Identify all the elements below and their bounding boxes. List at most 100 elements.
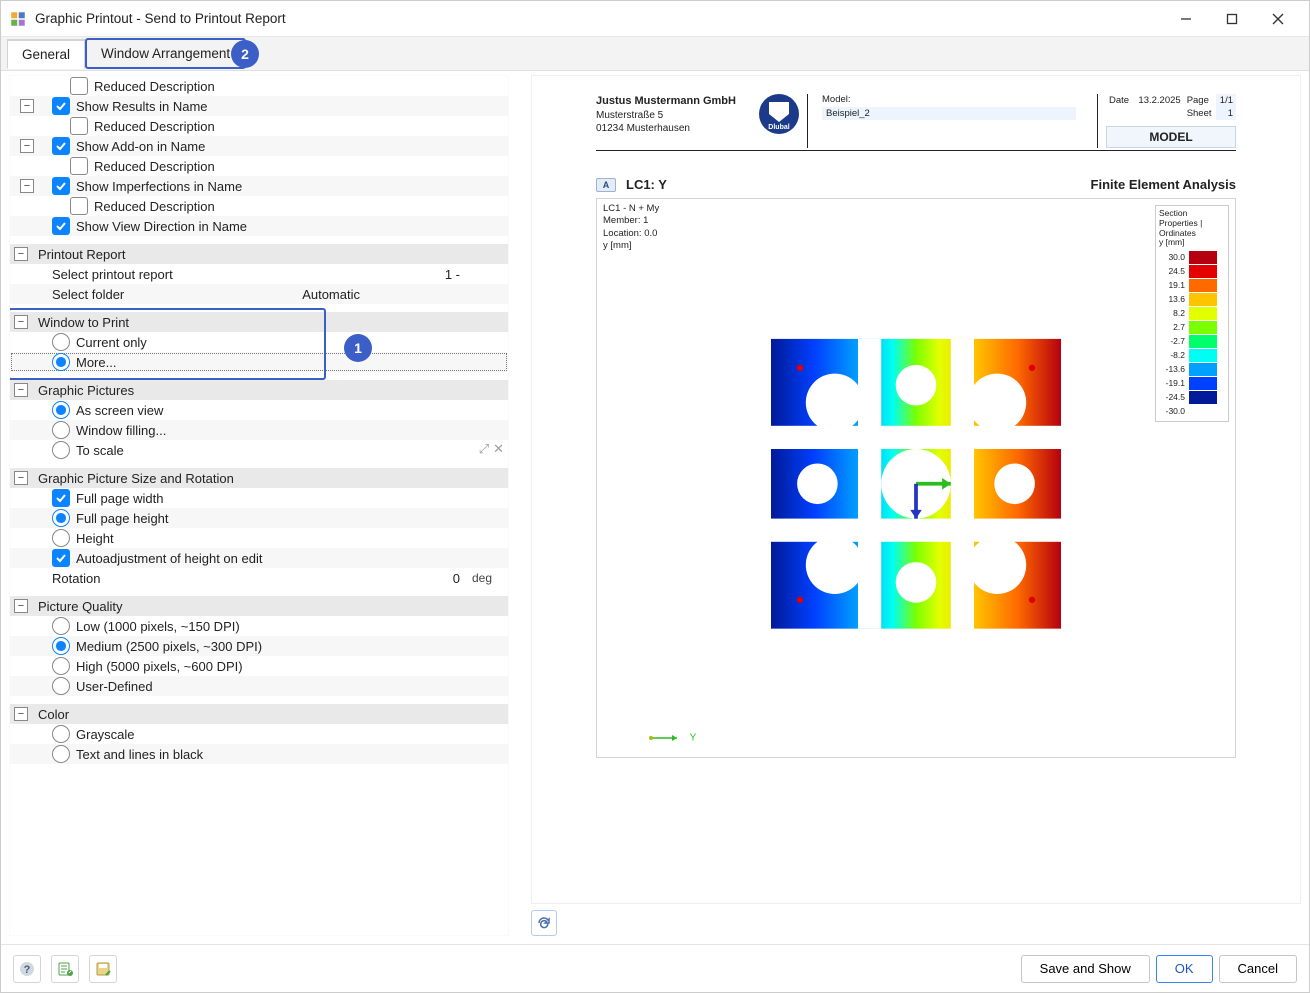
group-picture-quality[interactable]: −Picture Quality	[10, 596, 508, 616]
color-legend: Section Properties | Ordinatesy [mm] 30.…	[1155, 205, 1229, 422]
expand-toggle[interactable]: −	[20, 179, 34, 193]
preview-panel: Justus Mustermann GmbH Musterstraße 5 01…	[531, 75, 1301, 936]
show-results-checkbox[interactable]	[52, 97, 70, 115]
section-header: A LC1: Y Finite Element Analysis	[596, 177, 1236, 192]
script-button[interactable]	[51, 955, 79, 983]
full-page-height-radio[interactable]	[52, 509, 70, 527]
group-window-to-print[interactable]: −Window to Print	[10, 312, 508, 332]
refresh-button[interactable]	[531, 910, 557, 936]
footer: ? Save and Show OK Cancel	[1, 944, 1309, 992]
group-graphic-pictures[interactable]: −Graphic Pictures	[10, 380, 508, 400]
expand-toggle[interactable]: −	[14, 315, 28, 329]
rotation-value[interactable]: 0	[368, 571, 468, 586]
reduced-description-checkbox[interactable]	[70, 77, 88, 95]
reduced-description-checkbox[interactable]	[70, 117, 88, 135]
axis-indicator: Y	[647, 729, 696, 747]
save-icon	[95, 961, 111, 977]
dialog-body: Reduced Description −Show Results in Nam…	[1, 71, 1309, 944]
expand-arrows-icon[interactable]: ⤢	[479, 441, 489, 457]
reduced-description-label: Reduced Description	[94, 79, 508, 94]
app-icon	[9, 10, 27, 28]
expand-toggle[interactable]: −	[20, 139, 34, 153]
expand-toggle[interactable]: −	[14, 471, 28, 485]
reduced-description-checkbox[interactable]	[70, 197, 88, 215]
quality-low-radio[interactable]	[52, 617, 70, 635]
plot-area: LC1 - N + My Member: 1 Location: 0.0 y […	[596, 198, 1236, 758]
current-only-radio[interactable]	[52, 333, 70, 351]
select-folder-value[interactable]: Automatic	[302, 287, 368, 302]
maximize-button[interactable]	[1209, 3, 1255, 35]
svg-text:?: ?	[24, 964, 31, 976]
legend-row: 2.7	[1159, 320, 1225, 334]
quality-user-radio[interactable]	[52, 677, 70, 695]
legend-row: -30.0	[1159, 404, 1225, 418]
more-radio[interactable]	[52, 353, 70, 371]
help-icon: ?	[19, 961, 35, 977]
expand-toggle[interactable]: −	[14, 247, 28, 261]
company-name: Justus Mustermann GmbH	[596, 95, 736, 107]
titlebar: Graphic Printout - Send to Printout Repo…	[1, 1, 1309, 37]
tab-general[interactable]: General	[7, 40, 85, 69]
settings-tree[interactable]: Reduced Description −Show Results in Nam…	[9, 75, 509, 936]
show-addon-checkbox[interactable]	[52, 137, 70, 155]
tab-window-arrangement[interactable]: Window Arrangement	[85, 38, 246, 69]
close-button[interactable]	[1255, 3, 1301, 35]
section-badge: A	[596, 178, 616, 192]
quality-high-radio[interactable]	[52, 657, 70, 675]
minimize-button[interactable]	[1163, 3, 1209, 35]
section-label: LC1: Y	[626, 177, 667, 192]
expand-toggle[interactable]: −	[14, 707, 28, 721]
legend-row: 13.6	[1159, 292, 1225, 306]
select-printout-report-value[interactable]: 1 -	[368, 267, 468, 282]
as-screen-view-radio[interactable]	[52, 401, 70, 419]
show-imperfections-checkbox[interactable]	[52, 177, 70, 195]
callout-badge-2: 2	[231, 40, 259, 68]
window-title: Graphic Printout - Send to Printout Repo…	[35, 11, 1163, 26]
to-scale-radio[interactable]	[52, 441, 70, 459]
panel-resize-handle[interactable]	[515, 75, 525, 936]
model-tag: MODEL	[1106, 126, 1236, 148]
quality-medium-radio[interactable]	[52, 637, 70, 655]
close-x-icon[interactable]: ✕	[493, 441, 504, 457]
section-plot-icon	[771, 339, 1061, 629]
legend-row: -13.6	[1159, 362, 1225, 376]
preview-scroller[interactable]: Justus Mustermann GmbH Musterstraße 5 01…	[531, 75, 1301, 904]
expand-toggle[interactable]: −	[20, 99, 34, 113]
legend-row: -8.2	[1159, 348, 1225, 362]
show-view-direction-checkbox[interactable]	[52, 217, 70, 235]
preview-page: Justus Mustermann GmbH Musterstraße 5 01…	[596, 88, 1236, 758]
expand-toggle[interactable]: −	[14, 599, 28, 613]
model-label: Model:	[822, 94, 1089, 105]
ok-button[interactable]: OK	[1156, 955, 1213, 983]
callout-badge-1: 1	[344, 334, 372, 362]
reduced-description-checkbox[interactable]	[70, 157, 88, 175]
window-filling-radio[interactable]	[52, 421, 70, 439]
svg-text:Dlubal: Dlubal	[768, 124, 789, 131]
help-button[interactable]: ?	[13, 955, 41, 983]
cancel-button[interactable]: Cancel	[1219, 955, 1297, 983]
legend-row: -19.1	[1159, 376, 1225, 390]
expand-toggle[interactable]: −	[14, 383, 28, 397]
autoadjust-checkbox[interactable]	[52, 549, 70, 567]
tabbar: General Window Arrangement 2	[1, 37, 1309, 71]
section-right-label: Finite Element Analysis	[1091, 177, 1236, 192]
group-size-rotation[interactable]: −Graphic Picture Size and Rotation	[10, 468, 508, 488]
grayscale-radio[interactable]	[52, 725, 70, 743]
black-text-radio[interactable]	[52, 745, 70, 763]
save-and-show-button[interactable]: Save and Show	[1021, 955, 1150, 983]
save-template-button[interactable]	[89, 955, 117, 983]
height-radio[interactable]	[52, 529, 70, 547]
app-window: Graphic Printout - Send to Printout Repo…	[0, 0, 1310, 993]
page-header: Justus Mustermann GmbH Musterstraße 5 01…	[596, 88, 1236, 151]
model-name: Beispiel_2	[822, 107, 1076, 120]
legend-row: 30.0	[1159, 250, 1225, 264]
legend-row: 24.5	[1159, 264, 1225, 278]
group-printout-report[interactable]: −Printout Report	[10, 244, 508, 264]
full-page-width-checkbox[interactable]	[52, 489, 70, 507]
refresh-icon	[536, 915, 552, 931]
settings-panel: Reduced Description −Show Results in Nam…	[9, 75, 509, 936]
legend-row: 8.2	[1159, 306, 1225, 320]
legend-row: -24.5	[1159, 390, 1225, 404]
group-color[interactable]: −Color	[10, 704, 508, 724]
legend-row: -2.7	[1159, 334, 1225, 348]
